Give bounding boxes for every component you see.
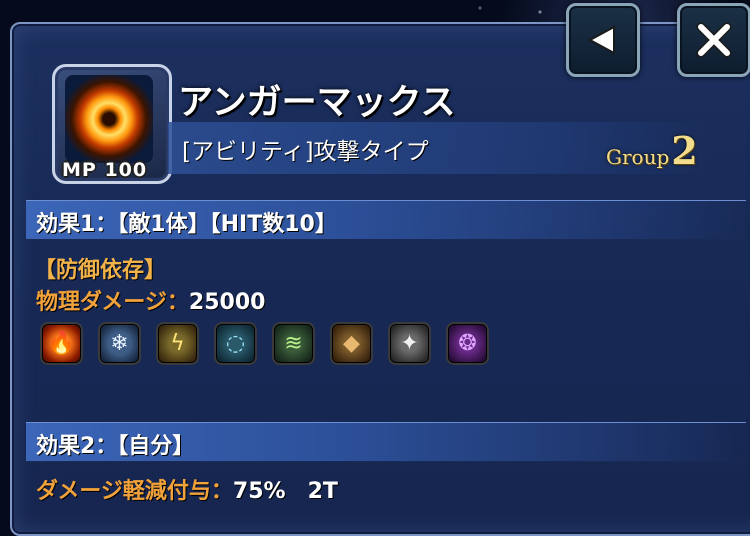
group-badge: Group 2: [606, 128, 698, 173]
mp-cost: MP 100: [62, 159, 148, 181]
group-label: Group: [606, 145, 670, 169]
effect2-stat: ダメージ軽減付与：75% 2T: [36, 473, 338, 505]
effect1-condition: 【防御依存】: [34, 258, 167, 283]
explosion-icon: [65, 75, 153, 163]
earth-element-icon: ◆: [330, 322, 373, 365]
effect1-stat-value: 25000: [188, 290, 266, 315]
wind-element-icon: ≋: [272, 322, 315, 365]
effect2-header: 効果2：【自分】: [26, 422, 746, 462]
thunder-element-icon: ϟ: [156, 322, 199, 365]
effect2-header-text: 効果2：【自分】: [36, 434, 195, 459]
water-element-icon: ◌: [214, 322, 257, 365]
back-button[interactable]: [566, 3, 640, 77]
effect2-stat-label: ダメージ軽減付与：: [36, 479, 233, 504]
ice-element-icon: ❄: [98, 322, 141, 365]
skill-name: アンガーマックス: [178, 83, 456, 123]
effect1-stat-label: 物理ダメージ：: [36, 290, 189, 315]
fire-element-icon: 🔥: [40, 322, 83, 365]
back-arrow-icon: [587, 25, 615, 55]
effect2-stat-value: 75% 2T: [232, 479, 338, 504]
group-number: 2: [671, 128, 698, 173]
effect1-stat: 物理ダメージ：25000: [36, 284, 265, 316]
close-icon: [696, 22, 732, 58]
light-element-icon: ✦: [388, 322, 431, 365]
close-button[interactable]: [677, 3, 750, 77]
skill-type: [アビリティ]攻撃タイプ: [182, 139, 429, 165]
effect1-header: 効果1：【敵1体】【HIT数10】: [26, 200, 746, 240]
dark-element-icon: ❂: [446, 322, 489, 365]
effect1-header-text: 効果1：【敵1体】【HIT数10】: [36, 212, 337, 237]
element-icons: 🔥 ❄ ϟ ◌ ≋ ◆ ✦ ❂: [40, 322, 489, 365]
